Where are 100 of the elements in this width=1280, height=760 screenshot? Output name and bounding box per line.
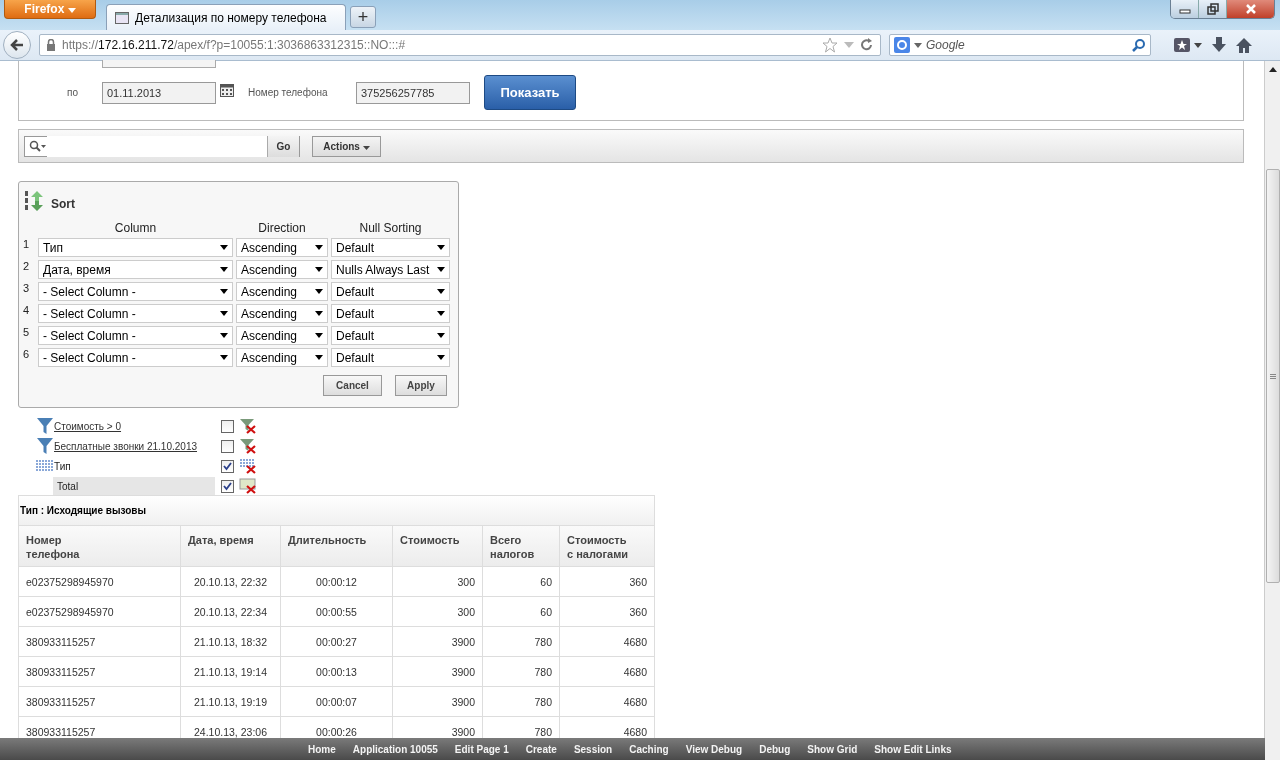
null-sorting-select[interactable]: Default <box>331 326 450 345</box>
caret-icon <box>437 267 445 272</box>
column-select[interactable]: - Select Column - <box>38 304 233 323</box>
break-label: Тип <box>54 460 71 472</box>
dropdown-icon[interactable] <box>914 42 922 48</box>
table-cell: 300 <box>393 597 483 626</box>
null-sorting-select[interactable]: Default <box>331 348 450 367</box>
aggregate-label: Total <box>57 480 79 492</box>
table-cell: 20.10.13, 22:32 <box>181 567 281 596</box>
bookmarks-menu-icon[interactable] <box>1173 37 1203 53</box>
table-cell-text: 4680 <box>622 634 648 650</box>
address-bar[interactable]: https://172.16.211.72/apex/f?p=10055:1:3036863312315::NO:::# <box>39 34 881 56</box>
table-cell-text: 360 <box>628 604 648 620</box>
toolbar-link[interactable]: Home <box>301 743 343 755</box>
null-sorting-select[interactable]: Default <box>331 282 450 301</box>
direction-select[interactable]: Ascending <box>236 304 328 323</box>
direction-select[interactable]: Ascending <box>236 260 328 279</box>
null-sorting-select[interactable]: Nulls Always Last <box>331 260 450 279</box>
column-select[interactable]: - Select Column - <box>38 282 233 301</box>
calendar-icon[interactable] <box>220 82 234 97</box>
table-cell: 380933115257 <box>19 657 181 686</box>
caret-icon <box>220 333 228 338</box>
remove-filter-icon[interactable] <box>239 458 257 474</box>
column-header: Всего налогов <box>483 526 560 568</box>
enable-checkbox[interactable] <box>221 439 234 453</box>
caret-icon <box>437 311 445 316</box>
caret-icon <box>220 245 228 250</box>
toolbar-link[interactable]: Show Edit Links <box>867 743 959 755</box>
toolbar-link[interactable]: Application 10055 <box>345 743 445 755</box>
browser-tab[interactable]: Детализация по номеру телефона <box>106 4 346 30</box>
table-cell: 00:00:13 <box>281 657 393 686</box>
phone-field[interactable]: 375256257785 <box>356 81 470 104</box>
caret-icon <box>437 355 445 360</box>
column-header: Column <box>113 221 158 235</box>
caret-icon <box>362 145 370 150</box>
caret-icon <box>220 267 228 272</box>
direction-select[interactable]: Ascending <box>236 282 328 301</box>
toolbar-link[interactable]: Debug <box>752 743 798 755</box>
enable-checkbox[interactable] <box>221 459 234 473</box>
dialog-button[interactable]: Cancel <box>323 375 382 396</box>
search-icon[interactable] <box>1132 38 1146 52</box>
null-sorting-select[interactable]: Default <box>331 238 450 257</box>
bookmark-star-icon[interactable] <box>822 37 838 53</box>
scroll-up-icon[interactable] <box>1268 67 1277 72</box>
remove-filter-icon[interactable] <box>239 478 257 494</box>
table-cell: 00:00:55 <box>281 597 393 626</box>
direction-select[interactable]: Ascending <box>236 348 328 367</box>
null-sorting-select[interactable]: Default <box>331 304 450 323</box>
toolbar-link[interactable]: Caching <box>622 743 676 755</box>
table-cell: 3900 <box>393 627 483 656</box>
remove-filter-icon[interactable] <box>239 438 257 454</box>
toolbar-link[interactable]: View Debug <box>678 743 750 755</box>
table-cell-text: 4680 <box>622 664 648 680</box>
table-cell: 00:00:07 <box>281 687 393 716</box>
direction-select[interactable]: Ascending <box>236 326 328 345</box>
show-button[interactable]: Показать <box>484 75 576 110</box>
grid-icon <box>36 460 54 472</box>
search-icon[interactable] <box>29 140 47 152</box>
caret-icon <box>315 333 323 338</box>
column-header: Direction <box>257 221 307 235</box>
caret-icon <box>315 311 323 316</box>
column-select[interactable]: Тип <box>38 238 233 257</box>
table-cell-text: 360 <box>628 574 648 590</box>
enable-checkbox[interactable] <box>221 479 234 493</box>
dialog-button[interactable]: Apply <box>395 375 447 396</box>
sort-icon <box>23 190 45 212</box>
column-header: Стоимость с налогами <box>566 533 630 562</box>
restore-button[interactable] <box>1199 0 1227 18</box>
go-button[interactable]: Go <box>267 135 299 157</box>
column-select[interactable]: - Select Column - <box>38 326 233 345</box>
new-tab-button[interactable]: + <box>350 6 376 28</box>
remove-filter-icon[interactable] <box>239 418 257 434</box>
date-field[interactable] <box>102 60 216 68</box>
reload-icon[interactable] <box>860 38 874 52</box>
table-cell: 3900 <box>393 687 483 716</box>
download-icon[interactable] <box>1211 36 1227 54</box>
toolbar-link[interactable]: Edit Page 1 <box>447 743 516 755</box>
close-button[interactable] <box>1227 0 1274 18</box>
actions-button[interactable]: Actions <box>312 135 381 157</box>
toolbar-link[interactable]: Show Grid <box>800 743 865 755</box>
caret-icon <box>437 245 445 250</box>
toolbar-link[interactable]: Create <box>518 743 564 755</box>
caret-icon <box>220 311 228 316</box>
filter-link[interactable]: Стоимость > 0 <box>54 420 122 432</box>
caret-icon <box>437 333 445 338</box>
column-select[interactable]: - Select Column - <box>38 348 233 367</box>
home-icon[interactable] <box>1235 36 1253 54</box>
row-number: 5 <box>23 326 31 340</box>
column-select[interactable]: Дата, время <box>38 260 233 279</box>
date-field[interactable]: 01.11.2013 <box>102 81 216 104</box>
search-field[interactable]: Go <box>24 135 300 157</box>
search-field[interactable]: Google <box>889 34 1151 56</box>
table-cell: 20.10.13, 22:34 <box>181 597 281 626</box>
enable-checkbox[interactable] <box>221 419 234 433</box>
table-cell: 21.10.13, 18:32 <box>181 627 281 656</box>
toolbar-link[interactable]: Session <box>566 743 620 755</box>
close-icon <box>1244 3 1257 15</box>
back-button[interactable] <box>3 31 31 59</box>
direction-select[interactable]: Ascending <box>236 238 328 257</box>
filter-link[interactable]: Бесплатные звонки 21.10.2013 <box>54 440 197 452</box>
